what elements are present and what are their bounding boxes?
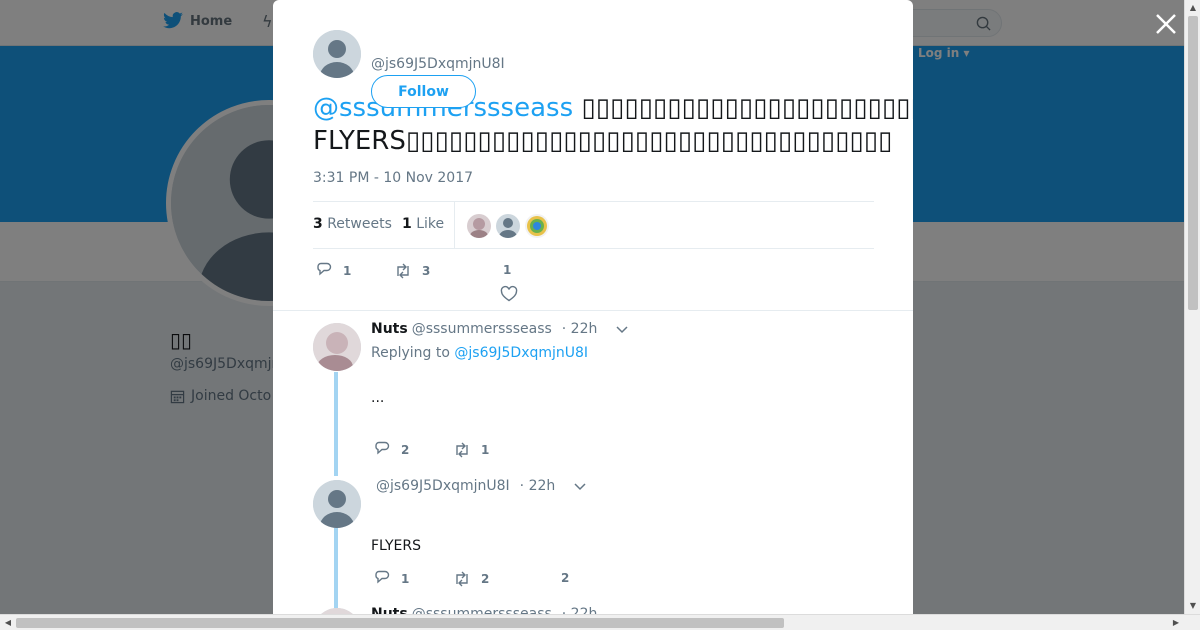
stats-divider (454, 202, 455, 249)
scroll-up-arrow-icon[interactable]: ▲ (1185, 0, 1200, 16)
modal-divider (273, 310, 913, 311)
reply-icon (375, 441, 390, 455)
retweet-action[interactable]: 1 (453, 441, 489, 459)
retweets-stat[interactable]: 3 Retweets (313, 216, 392, 232)
tweet-text-line2: FLYERS▯▯▯▯▯▯▯▯▯▯▯▯▯▯▯▯▯▯▯▯▯▯▯▯▯▯▯▯▯▯▯▯▯▯ (313, 126, 893, 156)
liker-avatar-image (525, 214, 549, 238)
reply-header: Nuts @sssummerssseass · 22h (371, 606, 597, 614)
vertical-scrollbar[interactable]: ▲ ▼ (1184, 0, 1200, 614)
retweet-count: 1 (481, 443, 490, 457)
retweets-label: Retweets (327, 216, 392, 232)
author-handle[interactable]: @js69J5DxqmjnU8I (371, 56, 505, 72)
retweet-action[interactable]: 3 (394, 262, 430, 280)
close-button[interactable] (1153, 11, 1179, 37)
retweet-count: 3 (422, 264, 431, 278)
reply-count: 1 (343, 264, 352, 278)
reply-avatar[interactable] (313, 480, 361, 528)
retweet-icon (456, 442, 468, 458)
default-avatar-icon (313, 30, 361, 78)
reply-author-handle[interactable]: @sssummerssseass (412, 606, 552, 614)
likes-count: 1 (402, 216, 412, 232)
horizontal-scrollbar-thumb[interactable] (16, 618, 784, 628)
like-count: 1 (503, 263, 512, 277)
retweet-icon (397, 263, 409, 279)
reply-count: 1 (401, 572, 410, 586)
author-avatar[interactable] (313, 30, 361, 78)
retweet-icon (456, 571, 468, 587)
reply-icon (375, 570, 390, 584)
tweet-text-line1: ▯▯▯▯▯▯▯▯▯▯▯▯▯▯▯▯▯▯▯▯▯▯▯▯▯▯▯▯▯▯▯▯▯▯▯▯▯▯▯ (581, 93, 913, 123)
chevron-down-icon[interactable] (573, 479, 587, 493)
reply-avatar-image (313, 323, 361, 371)
retweet-count: 2 (481, 572, 490, 586)
thread-line (334, 528, 338, 608)
horizontal-scrollbar[interactable]: ◀ ▶ (0, 614, 1200, 630)
replying-to: Replying to @js69J5DxqmjnU8I (371, 345, 588, 361)
retweet-action[interactable]: 2 (453, 570, 489, 588)
vertical-scrollbar-thumb[interactable] (1188, 16, 1198, 310)
default-avatar-icon (313, 480, 361, 528)
reply-time[interactable]: · 22h (562, 606, 598, 614)
heart-icon (500, 285, 518, 302)
tweet-stats: 3 Retweets 1 Like (313, 201, 874, 249)
reply-action[interactable]: 2 (373, 441, 409, 459)
liker-avatar-image (467, 214, 491, 238)
reply-header: @js69J5DxqmjnU8I · 22h (376, 478, 587, 494)
reply-action[interactable]: 1 (373, 570, 409, 588)
reply-author-handle[interactable]: @js69J5DxqmjnU8I (376, 478, 510, 494)
likes-label: Like (416, 216, 445, 232)
thread-line (334, 372, 338, 476)
reply-action[interactable]: 1 (315, 262, 351, 280)
default-avatar-icon (496, 214, 520, 238)
reply-time[interactable]: · 22h (562, 321, 598, 337)
retweets-count: 3 (313, 216, 323, 232)
like-count: 2 (561, 571, 570, 585)
reply-header: Nuts @sssummerssseass · 22h (371, 321, 629, 337)
like-action[interactable] (500, 285, 518, 303)
reply-body: ... (371, 390, 385, 406)
scroll-left-arrow-icon[interactable]: ◀ (0, 615, 16, 630)
reply-time[interactable]: · 22h (520, 478, 556, 494)
close-icon (1156, 14, 1176, 34)
liker-avatar[interactable] (525, 214, 549, 238)
tweet-timestamp[interactable]: 3:31 PM - 10 Nov 2017 (313, 170, 473, 186)
likes-stat[interactable]: 1 Like (402, 216, 444, 232)
replying-prefix: Replying to (371, 345, 450, 361)
scroll-right-arrow-icon[interactable]: ▶ (1168, 615, 1184, 630)
liker-avatar[interactable] (496, 214, 520, 238)
replying-to-link[interactable]: @js69J5DxqmjnU8I (454, 345, 588, 361)
reply-icon (317, 262, 332, 276)
tweet-modal: @js69J5DxqmjnU8I @sssummerssseass ▯▯▯▯▯▯… (273, 0, 913, 614)
reply-count: 2 (401, 443, 410, 457)
reply-author-name[interactable]: Nuts (371, 606, 408, 614)
scroll-down-arrow-icon[interactable]: ▼ (1185, 598, 1200, 614)
chevron-down-icon[interactable] (615, 322, 629, 336)
follow-button[interactable]: Follow (371, 75, 476, 108)
reply-avatar[interactable] (313, 323, 361, 371)
liker-avatar[interactable] (467, 214, 491, 238)
reply-author-name[interactable]: Nuts (371, 321, 408, 337)
reply-author-handle[interactable]: @sssummerssseass (412, 321, 552, 337)
reply-body: FLYERS (371, 538, 422, 554)
